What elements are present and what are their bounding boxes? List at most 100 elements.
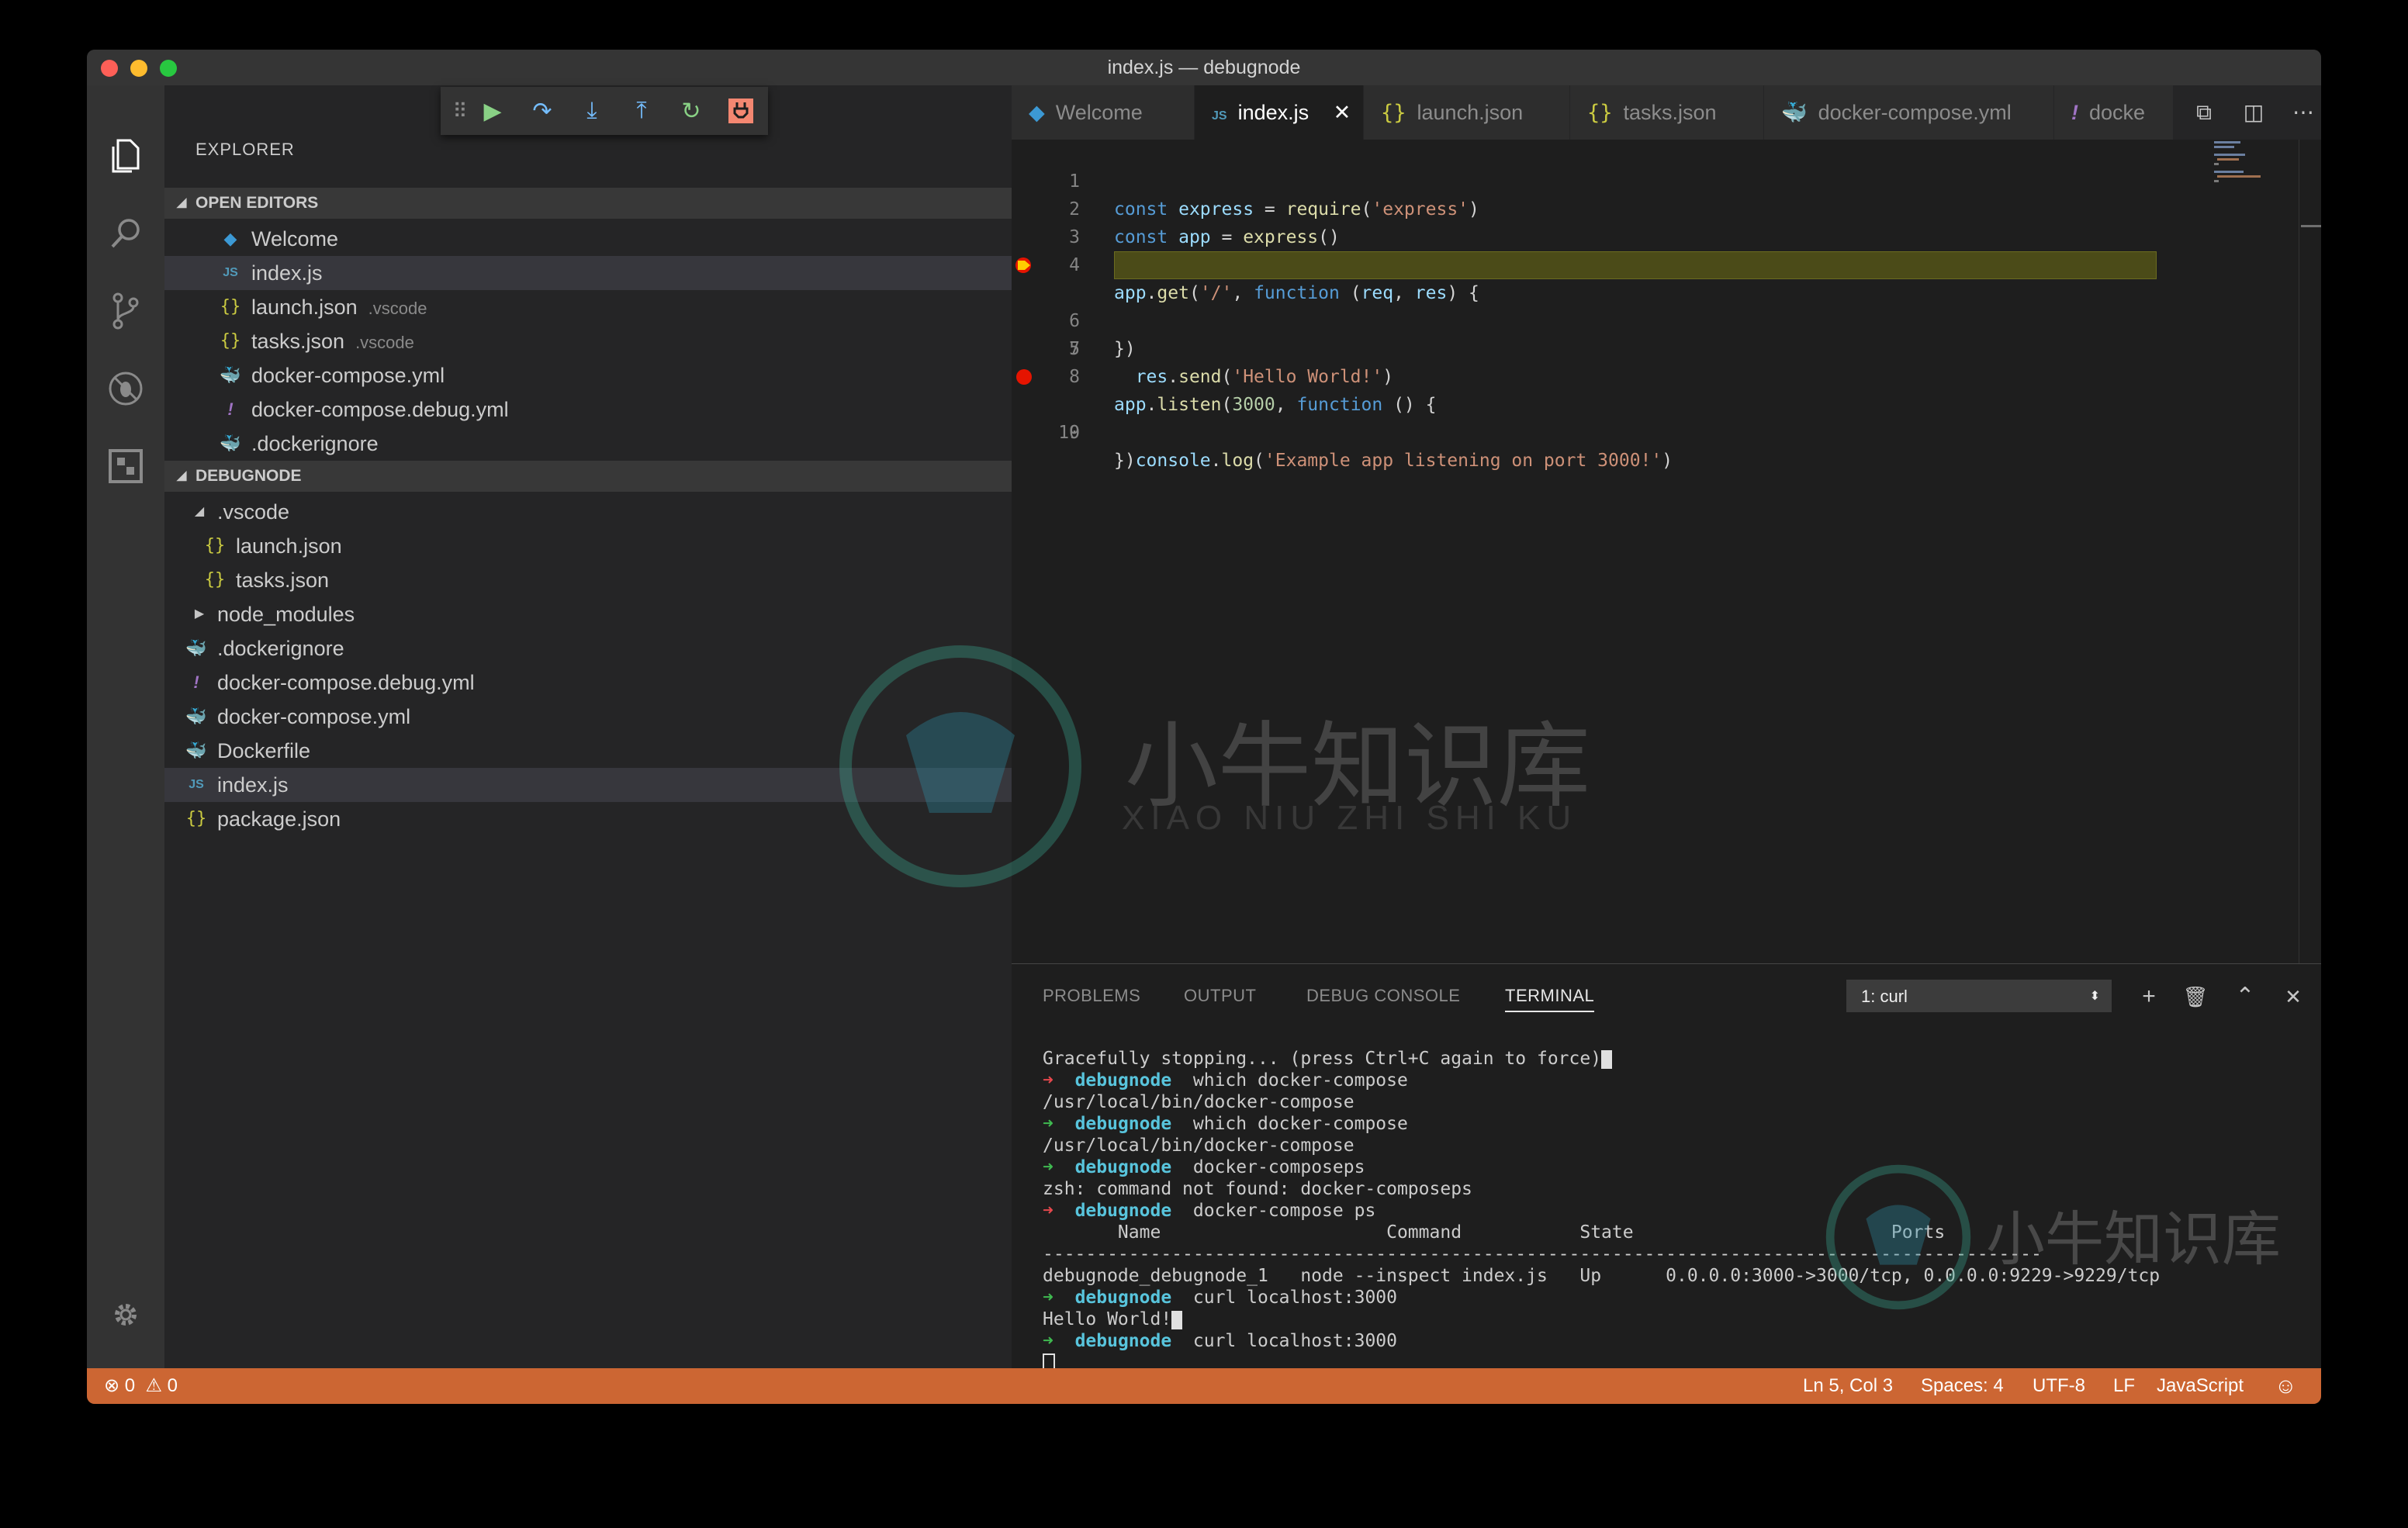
bottom-panel: PROBLEMS OUTPUT DEBUG CONSOLE TERMINAL 1… bbox=[1012, 963, 2321, 1404]
tree-folder[interactable]: ◢ .vscode bbox=[164, 495, 1012, 529]
open-editor-item[interactable]: {} tasks.json .vscode bbox=[164, 324, 1012, 358]
tab-output[interactable]: OUTPUT bbox=[1184, 986, 1256, 1006]
minimap[interactable] bbox=[2214, 140, 2299, 186]
zoom-window-button[interactable] bbox=[160, 60, 177, 77]
tab-docker-compose-debug[interactable]: ! docke bbox=[2054, 85, 2174, 140]
terminal-line: ➜ debugnode docker-composeps bbox=[1043, 1157, 1365, 1177]
tree-item[interactable]: {} launch.json bbox=[164, 529, 1012, 563]
feedback-smiley-icon[interactable]: ☺ bbox=[2275, 1368, 2297, 1404]
close-tab-icon[interactable]: ✕ bbox=[1334, 101, 1351, 124]
collapse-caret-icon: ◢ bbox=[177, 196, 187, 209]
trash-icon[interactable]: 🗑 bbox=[2180, 981, 2211, 1012]
tab-terminal[interactable]: TERMINAL bbox=[1505, 986, 1595, 1012]
breakpoint-icon[interactable] bbox=[1016, 369, 1032, 385]
open-editors-section[interactable]: ◢ OPEN EDITORS bbox=[164, 188, 1012, 219]
drag-handle-icon[interactable]: ⠿ bbox=[444, 95, 476, 127]
yml-icon: ! bbox=[193, 672, 199, 692]
debug-icon[interactable] bbox=[106, 369, 145, 408]
title-bar: index.js — debugnode bbox=[87, 50, 2321, 85]
terminal-line: ➜ debugnode which docker-compose bbox=[1043, 1070, 1408, 1091]
continue-icon[interactable]: ▶ bbox=[476, 95, 509, 127]
problems-status[interactable]: ⊗ 0 ⚠ 0 bbox=[104, 1368, 178, 1404]
yml-icon: ! bbox=[227, 399, 234, 419]
tab-problems[interactable]: PROBLEMS bbox=[1043, 986, 1140, 1006]
code-line: 2 const app = express() bbox=[1012, 168, 2321, 247]
open-editor-item[interactable]: ◆ Welcome bbox=[164, 222, 1012, 256]
folder-expanded-icon: ◢ bbox=[194, 505, 205, 518]
line-number: 10 bbox=[1058, 423, 1080, 443]
split-editor-icon[interactable]: ◫ bbox=[2239, 98, 2268, 127]
tab-label: tasks.json bbox=[1623, 101, 1717, 124]
close-window-button[interactable] bbox=[101, 60, 118, 77]
item-label: tasks.json bbox=[251, 330, 345, 353]
tab-tasks-json[interactable]: {} tasks.json bbox=[1570, 85, 1764, 140]
encoding-status[interactable]: UTF-8 bbox=[2033, 1368, 2085, 1404]
tree-folder[interactable]: ▶ node_modules bbox=[164, 597, 1012, 631]
collapse-caret-icon: ◢ bbox=[177, 469, 187, 482]
js-icon: JS bbox=[189, 778, 204, 791]
project-section[interactable]: ◢ DEBUGNODE bbox=[164, 461, 1012, 492]
disconnect-icon[interactable] bbox=[725, 95, 757, 127]
tree-item[interactable]: JS index.js bbox=[164, 768, 1012, 802]
terminal-line: ----------------------------------------… bbox=[1043, 1244, 2042, 1264]
open-editor-item[interactable]: 🐳 docker-compose.yml bbox=[164, 358, 1012, 392]
terminal-select[interactable]: 1: curl ⬍ bbox=[1846, 980, 2112, 1012]
extensions-icon[interactable] bbox=[106, 447, 145, 486]
tab-debug-console[interactable]: DEBUG CONSOLE bbox=[1306, 986, 1460, 1006]
close-panel-icon[interactable]: ✕ bbox=[2278, 981, 2309, 1012]
open-editors-title: OPEN EDITORS bbox=[195, 194, 319, 212]
step-into-icon[interactable]: ⤓ bbox=[576, 95, 608, 127]
files-icon[interactable] bbox=[106, 137, 145, 175]
json-icon: {} bbox=[204, 536, 226, 555]
tree-item[interactable]: ! docker-compose.debug.yml bbox=[164, 665, 1012, 700]
item-label: node_modules bbox=[217, 603, 355, 626]
tab-index-js[interactable]: JS index.js ✕ bbox=[1195, 85, 1364, 140]
tree-item[interactable]: {} package.json bbox=[164, 802, 1012, 836]
tab-docker-compose-yml[interactable]: 🐳 docker-compose.yml bbox=[1764, 85, 2054, 140]
maximize-panel-icon[interactable]: ⌃ bbox=[2230, 981, 2261, 1012]
tree-item[interactable]: {} tasks.json bbox=[164, 563, 1012, 597]
step-over-icon[interactable]: ↷ bbox=[526, 95, 559, 127]
window-title: index.js — debugnode bbox=[1107, 57, 1301, 78]
tab-welcome[interactable]: ◆ Welcome bbox=[1012, 85, 1195, 140]
open-editor-item[interactable]: ! docker-compose.debug.yml bbox=[164, 392, 1012, 427]
code-line: 3 bbox=[1012, 195, 2321, 247]
code-line: 4 app.get('/', function (req, res) { bbox=[1012, 223, 2321, 303]
item-label: .dockerignore bbox=[217, 637, 344, 660]
new-terminal-icon[interactable]: + bbox=[2133, 981, 2164, 1012]
indentation-status[interactable]: Spaces: 4 bbox=[1921, 1368, 2004, 1404]
editor-actions: ⧉ ◫ ⋯ bbox=[2174, 85, 2321, 140]
terminal-output[interactable]: Gracefully stopping... (press Ctrl+C aga… bbox=[1043, 1048, 2284, 1374]
terminal-line: Name Command State Ports bbox=[1043, 1222, 1946, 1243]
tab-launch-json[interactable]: {} launch.json bbox=[1364, 85, 1570, 140]
terminal-line: /usr/local/bin/docker-compose bbox=[1043, 1136, 1354, 1156]
more-actions-icon[interactable]: ⋯ bbox=[2289, 98, 2318, 127]
item-label: Welcome bbox=[251, 227, 339, 251]
step-out-icon[interactable]: ⤒ bbox=[625, 95, 658, 127]
open-editor-item[interactable]: {} launch.json .vscode bbox=[164, 290, 1012, 324]
cursor-position[interactable]: Ln 5, Col 3 bbox=[1803, 1368, 1893, 1404]
search-icon[interactable] bbox=[106, 214, 145, 253]
item-label: launch.json bbox=[251, 296, 358, 319]
tree-item[interactable]: 🐳 docker-compose.yml bbox=[164, 700, 1012, 734]
open-changes-icon[interactable]: ⧉ bbox=[2189, 98, 2219, 127]
restart-icon[interactable]: ↻ bbox=[675, 95, 708, 127]
tree-item[interactable]: 🐳 .dockerignore bbox=[164, 631, 1012, 665]
eol-status[interactable]: LF bbox=[2113, 1368, 2135, 1404]
debug-toolbar: ⠿ ▶ ↷ ⤓ ⤒ ↻ bbox=[441, 87, 768, 135]
editor-scrollbar[interactable] bbox=[2299, 140, 2321, 963]
open-editor-item[interactable]: JS index.js bbox=[164, 256, 1012, 290]
minimize-window-button[interactable] bbox=[130, 60, 147, 77]
docker-icon: 🐳 bbox=[185, 707, 207, 726]
language-mode[interactable]: JavaScript bbox=[2157, 1368, 2244, 1404]
item-folder-hint: .vscode bbox=[368, 299, 427, 318]
select-arrows-icon: ⬍ bbox=[2089, 990, 2100, 1003]
terminal-line: ➜ debugnode curl localhost:3000 bbox=[1043, 1331, 1397, 1351]
item-label: package.json bbox=[217, 807, 341, 831]
code-editor[interactable]: 1 const express = require('express') 2 c… bbox=[1012, 140, 2321, 963]
source-control-icon[interactable] bbox=[106, 292, 145, 330]
open-editor-item[interactable]: 🐳 .dockerignore bbox=[164, 427, 1012, 461]
gear-icon[interactable] bbox=[106, 1295, 145, 1334]
breakpoint-current-icon[interactable] bbox=[1015, 256, 1033, 275]
tree-item[interactable]: 🐳 Dockerfile bbox=[164, 734, 1012, 768]
